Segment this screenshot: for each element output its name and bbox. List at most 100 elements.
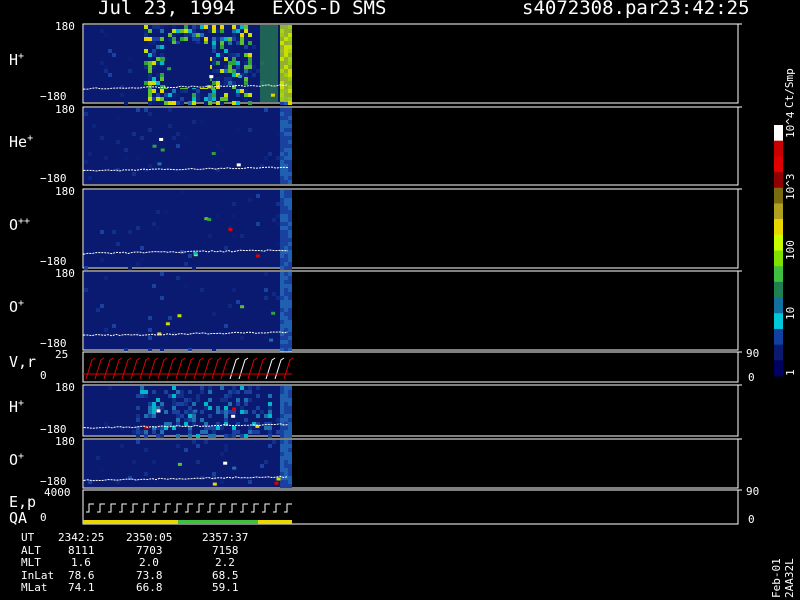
panel-label-superscript: + <box>18 397 25 409</box>
footer-value: 7158 <box>212 543 239 557</box>
spectrogram-cell <box>244 418 248 422</box>
velocity-trace <box>256 357 267 380</box>
spectrogram-cell <box>244 390 248 394</box>
spectrogram-cell <box>224 37 228 41</box>
spectrogram-cell <box>168 108 172 112</box>
panel-label: O++ <box>9 215 31 234</box>
spectrogram-cell <box>228 402 232 406</box>
spectrogram-cell <box>204 402 208 406</box>
spectrogram-cell <box>288 206 292 210</box>
spectrogram-cell <box>172 37 176 41</box>
spectrogram-cell <box>248 398 252 402</box>
spectrogram-cell <box>152 430 156 434</box>
spectrogram-cell <box>160 348 164 352</box>
spectrogram-cell <box>236 93 240 97</box>
spectrogram-cell <box>176 144 180 148</box>
spectrogram-cell <box>232 288 236 292</box>
spectrogram-cell <box>284 394 288 398</box>
spectrogram-cell <box>288 472 292 476</box>
spectrogram-cell <box>216 61 220 65</box>
spectrogram-cell <box>232 390 236 394</box>
spectrogram-cell <box>160 426 164 430</box>
spectrogram-cell <box>284 386 288 390</box>
spectrogram-cell <box>280 218 284 222</box>
spectrogram-cell <box>136 414 140 418</box>
spectrogram-cell <box>284 300 288 304</box>
spectrogram-cell <box>228 304 232 308</box>
spectrogram-cell <box>252 430 256 434</box>
spectrogram-cell <box>264 460 268 464</box>
spectrogram-cell <box>128 57 132 61</box>
footer-value: 2.2 <box>215 556 235 569</box>
spectrogram-cell <box>156 97 160 101</box>
spectrogram-cell <box>280 280 284 284</box>
spectrogram-cell <box>232 25 236 29</box>
spectrogram-cell <box>244 81 248 85</box>
spectrogram-cell <box>232 214 236 218</box>
spectrogram-pixel <box>177 462 182 466</box>
spectrogram-cell <box>288 144 292 148</box>
spectrogram-cell <box>136 226 140 230</box>
spectrogram-cell <box>164 25 168 29</box>
spectrogram-cell <box>148 53 152 57</box>
plot-file: s4072308.par <box>522 0 660 19</box>
spectrogram-cell <box>284 288 288 292</box>
spectrogram-cell <box>212 434 216 438</box>
spectrogram-cell <box>184 410 188 414</box>
spectrogram-cell <box>228 410 232 414</box>
velocity-trace <box>247 357 258 380</box>
spectrogram-cell <box>240 25 244 29</box>
spectrogram-cell <box>236 390 240 394</box>
spectrogram-cell <box>172 93 176 97</box>
spectrogram-cell <box>152 93 156 97</box>
spectrogram-cell <box>236 65 240 69</box>
spectrogram-cell <box>164 210 168 214</box>
spectrogram-cell <box>168 101 172 105</box>
spectrogram-cell <box>240 234 244 238</box>
spectrogram-cell <box>284 128 288 132</box>
spectrogram-cell <box>288 300 292 304</box>
spectrogram-pixel <box>160 148 165 152</box>
spectrogram-cell <box>220 101 224 105</box>
spectrogram-cell <box>288 214 292 218</box>
spectrogram-cell <box>288 210 292 214</box>
spectrogram-cell <box>144 472 148 476</box>
spectrogram-cell <box>280 180 284 184</box>
colorbar-swatch <box>774 187 783 204</box>
spectrogram-cell <box>156 61 160 65</box>
spectrogram-cell <box>280 168 284 172</box>
spectrogram-cell <box>284 434 288 438</box>
footer-row-label: MLT <box>21 556 41 569</box>
spectrogram-cell <box>288 456 292 460</box>
spectrogram-cell <box>232 234 236 238</box>
spectrogram-cell <box>188 390 192 394</box>
spectrogram-cell <box>152 53 156 57</box>
spectrogram-cell <box>136 406 140 410</box>
spectrogram-cell <box>200 33 204 37</box>
velocity-trace <box>103 357 114 380</box>
spectrogram-cell <box>244 29 248 33</box>
spectrogram-cell <box>144 394 148 398</box>
spectrogram-cell <box>168 316 172 320</box>
spectrogram-cell <box>148 93 152 97</box>
spectrogram-cell <box>224 414 228 418</box>
spectrogram-cell <box>224 324 228 328</box>
spectrogram-cell <box>284 398 288 402</box>
energy-step-trace <box>163 503 171 513</box>
spectrogram-cell <box>196 460 200 464</box>
qa-bar <box>258 520 292 524</box>
spectrogram-cell <box>228 57 232 61</box>
spectrogram-cell <box>288 414 292 418</box>
spectrogram-cell <box>288 190 292 194</box>
spectrogram-cell <box>280 440 284 444</box>
panel-label: H+ <box>9 397 25 416</box>
spectrogram-pixel <box>211 152 216 156</box>
spectrogram-cell <box>188 410 192 414</box>
spectrogram-cell <box>164 390 168 394</box>
spectrogram-cell <box>152 406 156 410</box>
spectrogram-cell <box>256 430 260 434</box>
spectrogram-cell <box>216 426 220 430</box>
spectrogram-cell <box>188 398 192 402</box>
spectrogram-cell <box>280 296 284 300</box>
spectrogram-cell <box>280 176 284 180</box>
